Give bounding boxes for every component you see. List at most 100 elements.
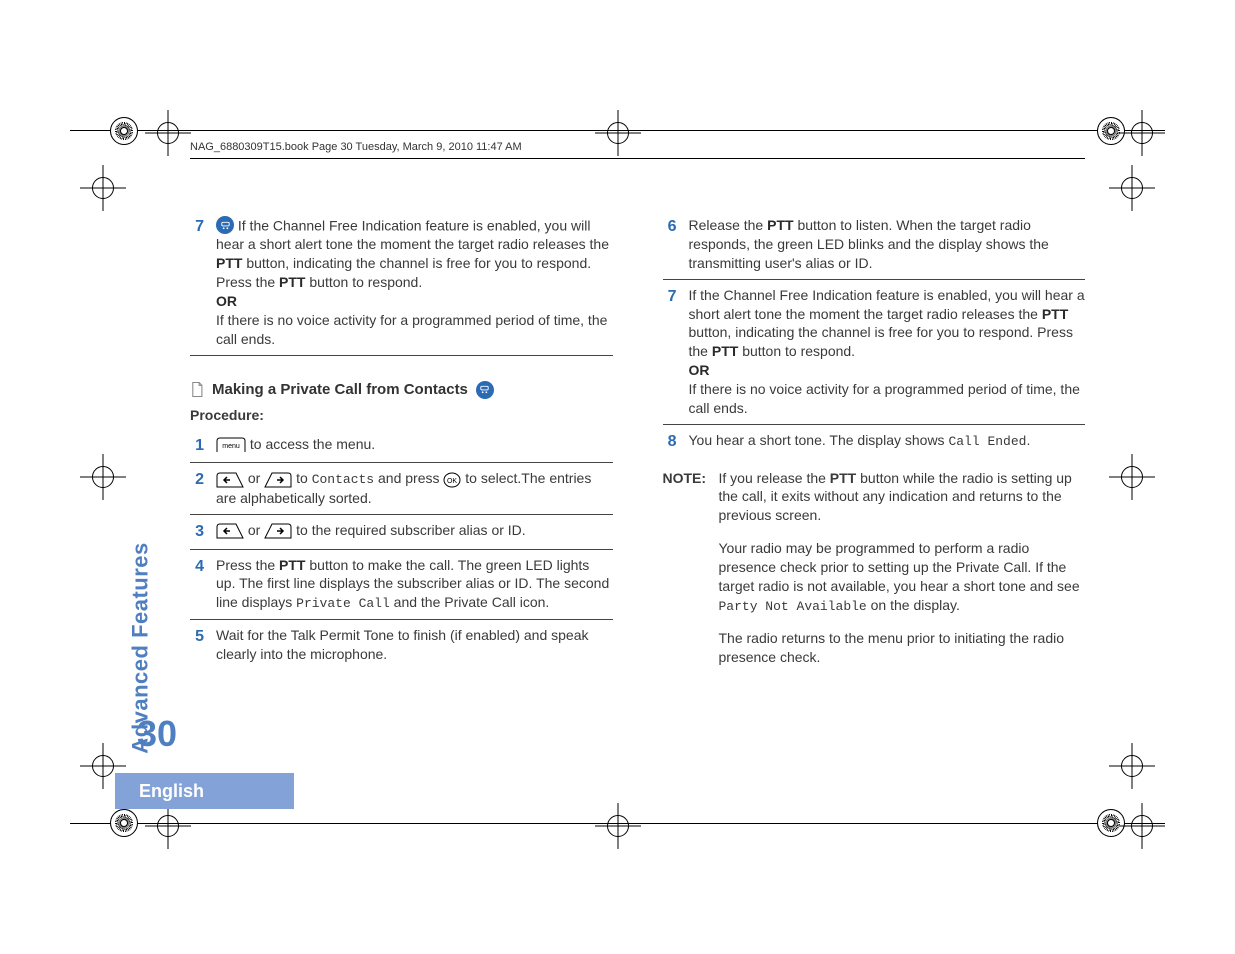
t: If there is no voice activity for a prog… <box>689 380 1086 418</box>
step-8: 8 You hear a short tone. The display sho… <box>663 425 1086 459</box>
svg-text:OK: OK <box>447 478 457 485</box>
t: The radio returns to the menu prior to i… <box>719 629 1086 667</box>
step-number: 7 <box>190 216 204 349</box>
left-key-icon <box>216 523 244 539</box>
t: Press the <box>216 557 279 573</box>
private-call-label: Private Call <box>296 596 390 611</box>
crosshair-icon <box>145 110 191 156</box>
note-label: NOTE: <box>663 469 711 682</box>
manual-icon <box>190 381 204 398</box>
or-label: OR <box>216 293 237 309</box>
ptt-label: PTT <box>1042 306 1068 322</box>
crosshair-icon <box>595 110 641 156</box>
t: to access the menu. <box>246 436 375 452</box>
t: You hear a short tone. The display shows <box>689 432 949 448</box>
content-area: 7 If the Channel Free Indication feature… <box>190 210 1085 784</box>
right-key-icon <box>264 472 292 488</box>
crosshair-icon <box>145 803 191 849</box>
crosshair-icon <box>1119 110 1165 156</box>
t: button to respond. <box>738 343 855 359</box>
step-text: menu to access the menu. <box>216 435 613 457</box>
left-key-icon <box>216 472 244 488</box>
column-left: 7 If the Channel Free Indication feature… <box>190 210 613 784</box>
crosshair-icon <box>595 803 641 849</box>
step-text: You hear a short tone. The display shows… <box>689 431 1086 453</box>
header-text: NAG_6880309T15.book Page 30 Tuesday, Mar… <box>190 140 522 155</box>
crosshair-icon <box>1109 743 1155 789</box>
page-number: 30 <box>137 710 177 759</box>
step-number: 8 <box>663 431 677 453</box>
step-1: 1 menu to access the menu. <box>190 429 613 464</box>
t: If the Channel Free Indication feature i… <box>689 287 1085 322</box>
step-number: 7 <box>663 286 677 418</box>
svg-text:menu: menu <box>222 443 240 450</box>
language-label: English <box>139 779 204 803</box>
header-rule <box>190 158 1085 159</box>
step-text: or to the required subscriber alias or I… <box>216 521 613 543</box>
t: and the Private Call icon. <box>390 594 550 610</box>
step-number: 4 <box>190 556 204 613</box>
t: If there is no voice activity for a prog… <box>216 311 613 349</box>
note-block: NOTE: If you release the PTT button whil… <box>663 469 1086 682</box>
step-number: 2 <box>190 469 204 507</box>
step-5: 5 Wait for the Talk Permit Tone to finis… <box>190 620 613 670</box>
menu-key-icon: menu <box>216 437 246 453</box>
step-text: Press the PTT button to make the call. T… <box>216 556 613 613</box>
display-model-icon <box>476 381 494 399</box>
t: If the Channel Free Indication feature i… <box>216 218 609 253</box>
t: on the display. <box>867 597 960 613</box>
t: or <box>244 522 264 538</box>
register-wheel-icon <box>110 117 138 145</box>
step-text: If the Channel Free Indication feature i… <box>689 286 1086 418</box>
step-2: 2 or to Contacts and press OK to select.… <box>190 463 613 514</box>
t: If you release the <box>719 470 830 486</box>
register-wheel-icon <box>110 809 138 837</box>
crosshair-icon <box>1119 803 1165 849</box>
procedure-label: Procedure: <box>190 406 613 425</box>
section-title: Making a Private Call from Contacts <box>212 380 468 400</box>
t: or <box>244 470 264 486</box>
step-text: or to Contacts and press OK to select.Th… <box>216 469 613 507</box>
ok-key-icon: OK <box>443 472 461 488</box>
step-7: 7 If the Channel Free Indication feature… <box>190 210 613 356</box>
call-ended-label: Call Ended <box>948 434 1026 449</box>
step-text: Wait for the Talk Permit Tone to finish … <box>216 626 613 664</box>
step-number: 3 <box>190 521 204 543</box>
t: Your radio may be programmed to perform … <box>719 540 1080 594</box>
step-text: If the Channel Free Indication feature i… <box>216 216 613 349</box>
ptt-label: PTT <box>830 470 856 486</box>
language-box: English <box>115 773 294 809</box>
t: button to respond. <box>305 274 422 290</box>
step-text: Release the PTT button to listen. When t… <box>689 216 1086 273</box>
contacts-label: Contacts <box>312 472 374 487</box>
page: NAG_6880309T15.book Page 30 Tuesday, Mar… <box>0 0 1235 954</box>
t: . <box>1026 432 1030 448</box>
ptt-label: PTT <box>712 343 738 359</box>
ptt-label: PTT <box>216 255 242 271</box>
crosshair-icon <box>80 454 126 500</box>
crosshair-icon <box>1109 165 1155 211</box>
step-number: 6 <box>663 216 677 273</box>
step-3: 3 or to the required subscriber alias or… <box>190 515 613 550</box>
step-7b: 7 If the Channel Free Indication feature… <box>663 280 1086 425</box>
t: to the required subscriber alias or ID. <box>292 522 525 538</box>
party-not-available-label: Party Not Available <box>719 599 867 614</box>
display-model-icon <box>216 216 234 234</box>
right-key-icon <box>264 523 292 539</box>
ptt-label: PTT <box>279 274 305 290</box>
step-number: 5 <box>190 626 204 664</box>
crosshair-icon <box>1109 454 1155 500</box>
ptt-label: PTT <box>279 557 305 573</box>
step-6: 6 Release the PTT button to listen. When… <box>663 210 1086 280</box>
ptt-label: PTT <box>767 217 793 233</box>
or-label: OR <box>689 362 710 378</box>
step-number: 1 <box>190 435 204 457</box>
t: Release the <box>689 217 768 233</box>
t: to <box>292 470 311 486</box>
section-heading: Making a Private Call from Contacts <box>190 380 613 400</box>
note-body: If you release the PTT button while the … <box>719 469 1086 682</box>
t: and press <box>374 470 443 486</box>
column-right: 6 Release the PTT button to listen. When… <box>663 210 1086 784</box>
step-4: 4 Press the PTT button to make the call.… <box>190 550 613 620</box>
crosshair-icon <box>80 165 126 211</box>
